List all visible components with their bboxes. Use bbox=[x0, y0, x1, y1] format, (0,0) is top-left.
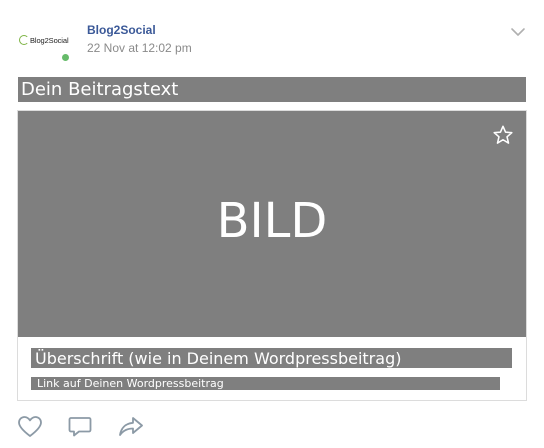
logo-icon bbox=[19, 35, 29, 45]
post-timestamp[interactable]: 22 Nov at 12:02 pm bbox=[87, 41, 192, 55]
post-header: Blog2Social Blog2Social 22 Nov at 12:02 … bbox=[0, 0, 544, 70]
avatar-brand: Blog2Social bbox=[30, 35, 69, 45]
preview-image[interactable]: BILD bbox=[18, 111, 526, 337]
comment-icon[interactable] bbox=[66, 414, 94, 440]
link-url[interactable]: Link auf Deinen Wordpressbeitrag bbox=[31, 377, 500, 390]
online-status-dot bbox=[62, 54, 69, 61]
chevron-down-icon[interactable] bbox=[510, 26, 526, 38]
heart-icon[interactable] bbox=[16, 414, 44, 440]
post-actions bbox=[0, 410, 544, 448]
star-icon[interactable] bbox=[492, 124, 514, 146]
link-preview-card[interactable]: BILD Überschrift (wie in Deinem Wordpres… bbox=[17, 110, 527, 401]
post-text: Dein Beitragstext bbox=[18, 77, 526, 102]
avatar[interactable]: Blog2Social bbox=[19, 30, 77, 50]
author-name[interactable]: Blog2Social bbox=[87, 23, 156, 37]
share-icon[interactable] bbox=[117, 414, 145, 440]
image-placeholder-label: BILD bbox=[216, 193, 328, 249]
link-title[interactable]: Überschrift (wie in Deinem Wordpressbeit… bbox=[31, 348, 512, 368]
